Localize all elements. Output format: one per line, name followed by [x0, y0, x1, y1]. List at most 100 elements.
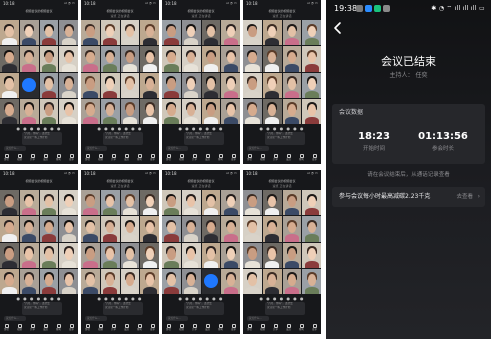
- chat-input[interactable]: 说点什么...: [247, 316, 269, 321]
- chat-input[interactable]: 说点什么...: [4, 316, 26, 321]
- toolbar-button[interactable]: 成员: [43, 154, 48, 161]
- participant-video-tile[interactable]: [0, 268, 19, 294]
- participant-video-tile[interactable]: [262, 216, 282, 242]
- toolbar-button[interactable]: 更多: [231, 324, 236, 331]
- participant-video-tile[interactable]: [221, 72, 240, 98]
- participant-video-tile[interactable]: [59, 190, 78, 216]
- participant-video-tile[interactable]: [262, 242, 282, 268]
- carbon-reduction-row[interactable]: 参与会议每小时最高减碳2.23千克 去查看 ›: [332, 187, 485, 207]
- participant-video-tile[interactable]: [120, 190, 140, 216]
- toolbar-button[interactable]: 聊天: [137, 154, 142, 161]
- toolbar-button[interactable]: 共享: [273, 324, 278, 331]
- participant-video-tile[interactable]: [59, 20, 78, 46]
- participant-video-tile[interactable]: [302, 46, 321, 72]
- toolbar-button[interactable]: 视频: [260, 324, 265, 331]
- participant-video-tile[interactable]: [302, 216, 321, 242]
- participant-video-tile[interactable]: [100, 216, 120, 242]
- participant-video-tile[interactable]: [19, 190, 39, 216]
- participant-video-tile[interactable]: [140, 268, 159, 294]
- toolbar-button[interactable]: 共享: [192, 154, 197, 161]
- participant-video-tile[interactable]: [282, 46, 302, 72]
- participant-video-tile[interactable]: [181, 46, 201, 72]
- chat-input[interactable]: 说点什么...: [4, 146, 26, 151]
- participant-video-tile[interactable]: [120, 268, 140, 294]
- participant-video-tile[interactable]: [140, 190, 159, 216]
- participant-video-tile[interactable]: [81, 98, 100, 124]
- toolbar-button[interactable]: 成员: [205, 154, 210, 161]
- toolbar-button[interactable]: 静音: [85, 324, 90, 331]
- participant-video-tile[interactable]: [59, 72, 78, 98]
- avatar-tile[interactable]: [201, 268, 221, 294]
- participant-video-tile[interactable]: [0, 216, 19, 242]
- toolbar-button[interactable]: 共享: [111, 324, 116, 331]
- back-button[interactable]: [331, 20, 345, 36]
- participant-video-tile[interactable]: [243, 72, 262, 98]
- toolbar-button[interactable]: 聊天: [56, 154, 61, 161]
- participant-video-tile[interactable]: [282, 216, 302, 242]
- participant-video-tile[interactable]: [39, 190, 59, 216]
- toolbar-button[interactable]: 视频: [179, 324, 184, 331]
- chat-input[interactable]: 说点什么...: [247, 146, 269, 151]
- participant-video-tile[interactable]: [120, 46, 140, 72]
- participant-video-tile[interactable]: [39, 98, 59, 124]
- toolbar-button[interactable]: 聊天: [137, 324, 142, 331]
- participant-video-tile[interactable]: [100, 20, 120, 46]
- participant-video-tile[interactable]: [201, 216, 221, 242]
- participant-video-tile[interactable]: [120, 242, 140, 268]
- participant-video-tile[interactable]: [81, 242, 100, 268]
- participant-video-tile[interactable]: [120, 20, 140, 46]
- participant-video-tile[interactable]: [221, 268, 240, 294]
- participant-video-tile[interactable]: [162, 190, 181, 216]
- toolbar-button[interactable]: 静音: [247, 154, 252, 161]
- participant-video-tile[interactable]: [302, 268, 321, 294]
- participant-video-tile[interactable]: [0, 46, 19, 72]
- participant-video-tile[interactable]: [100, 190, 120, 216]
- participant-video-tile[interactable]: [162, 72, 181, 98]
- toolbar-button[interactable]: 视频: [17, 154, 22, 161]
- participant-video-tile[interactable]: [162, 242, 181, 268]
- participant-video-tile[interactable]: [0, 20, 19, 46]
- participant-video-tile[interactable]: [162, 216, 181, 242]
- toolbar-button[interactable]: 更多: [312, 154, 317, 161]
- toolbar-button[interactable]: 静音: [166, 324, 171, 331]
- participant-video-tile[interactable]: [302, 98, 321, 124]
- toolbar-button[interactable]: 更多: [312, 324, 317, 331]
- toolbar-button[interactable]: 共享: [30, 324, 35, 331]
- participant-video-tile[interactable]: [59, 268, 78, 294]
- toolbar-button[interactable]: 更多: [150, 154, 155, 161]
- chat-input[interactable]: 说点什么...: [85, 316, 107, 321]
- participant-video-tile[interactable]: [81, 72, 100, 98]
- participant-video-tile[interactable]: [19, 216, 39, 242]
- participant-video-tile[interactable]: [181, 98, 201, 124]
- participant-video-tile[interactable]: [39, 268, 59, 294]
- participant-video-tile[interactable]: [19, 242, 39, 268]
- toolbar-button[interactable]: 更多: [69, 154, 74, 161]
- participant-video-tile[interactable]: [140, 98, 159, 124]
- participant-video-tile[interactable]: [120, 216, 140, 242]
- participant-video-tile[interactable]: [0, 98, 19, 124]
- participant-video-tile[interactable]: [262, 72, 282, 98]
- participant-video-tile[interactable]: [181, 242, 201, 268]
- participant-video-tile[interactable]: [302, 72, 321, 98]
- participant-video-tile[interactable]: [302, 190, 321, 216]
- toolbar-button[interactable]: 聊天: [56, 324, 61, 331]
- toolbar-button[interactable]: 成员: [205, 324, 210, 331]
- participant-video-tile[interactable]: [282, 72, 302, 98]
- participant-video-tile[interactable]: [282, 268, 302, 294]
- toolbar-button[interactable]: 成员: [124, 324, 129, 331]
- participant-video-tile[interactable]: [19, 98, 39, 124]
- participant-video-tile[interactable]: [262, 20, 282, 46]
- participant-video-tile[interactable]: [201, 98, 221, 124]
- participant-video-tile[interactable]: [243, 98, 262, 124]
- toolbar-button[interactable]: 共享: [192, 324, 197, 331]
- toolbar-button[interactable]: 静音: [166, 154, 171, 161]
- participant-video-tile[interactable]: [221, 216, 240, 242]
- participant-video-tile[interactable]: [282, 190, 302, 216]
- participant-video-tile[interactable]: [81, 20, 100, 46]
- participant-video-tile[interactable]: [140, 242, 159, 268]
- toolbar-button[interactable]: 静音: [247, 324, 252, 331]
- participant-video-tile[interactable]: [59, 46, 78, 72]
- participant-video-tile[interactable]: [262, 98, 282, 124]
- participant-video-tile[interactable]: [181, 20, 201, 46]
- toolbar-button[interactable]: 聊天: [299, 324, 304, 331]
